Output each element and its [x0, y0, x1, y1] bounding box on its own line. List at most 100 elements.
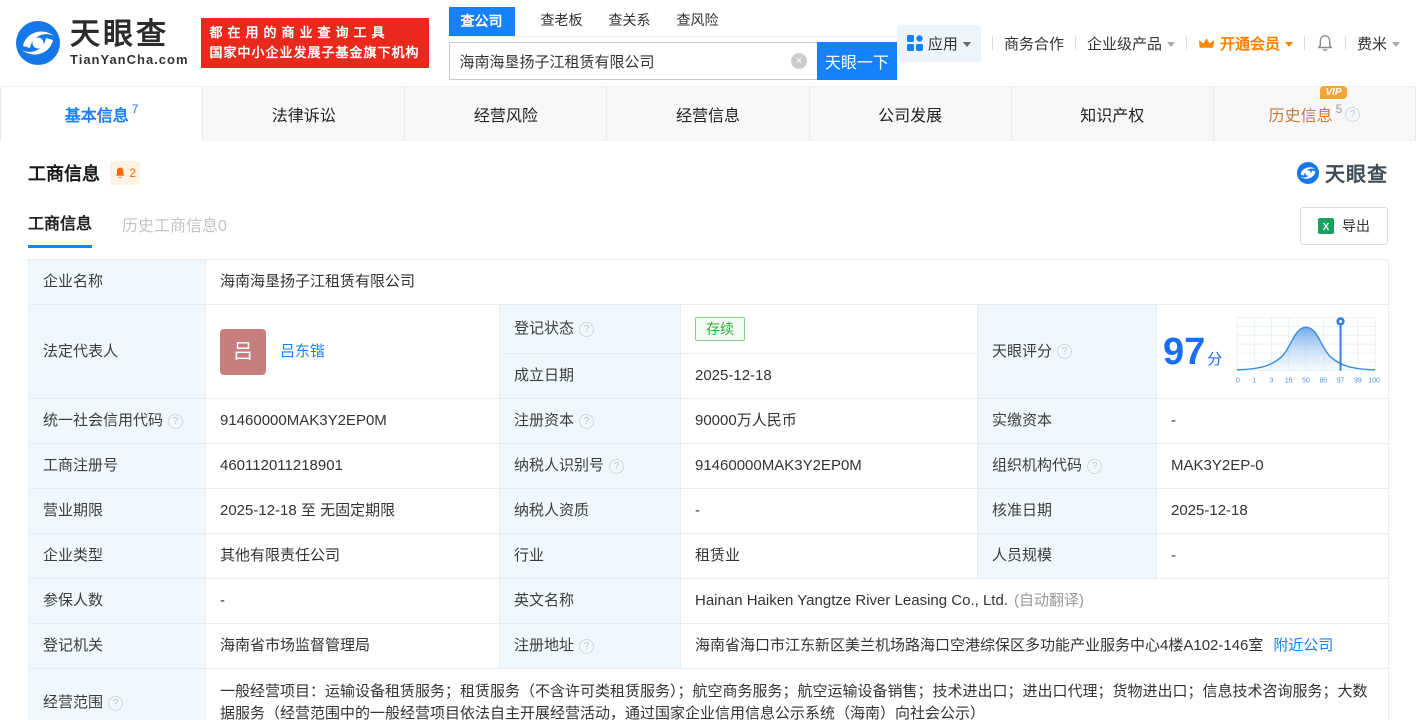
- help-icon[interactable]: ?: [1345, 106, 1361, 122]
- tianyancha-logo[interactable]: 天眼查 TianYanCha.com: [14, 19, 189, 67]
- status-badge: 存续: [695, 317, 745, 341]
- search-tab-relation[interactable]: 查关系: [609, 6, 651, 36]
- export-label: 导出: [1342, 218, 1370, 234]
- field-label-reg-authority: 登记机关: [29, 624, 206, 669]
- search-tab-company[interactable]: 查公司: [448, 7, 515, 36]
- field-label-business-term: 营业期限: [29, 489, 206, 534]
- nav-open-vip[interactable]: 开通会员: [1198, 33, 1293, 54]
- svg-text:97: 97: [1337, 377, 1345, 384]
- monitor-count: 2: [129, 165, 136, 180]
- tab-legal-label: 法律诉讼: [271, 108, 336, 125]
- search-button[interactable]: 天眼一下: [816, 42, 897, 80]
- field-value-business-term: 2025-12-18 至 无固定期限: [206, 489, 500, 534]
- tab-basic-info-label: 基本信息: [64, 108, 129, 125]
- clear-search-icon[interactable]: ×: [790, 53, 807, 69]
- score-distribution-chart: 0 1 3 15 50 85 97 99 100: [1236, 316, 1380, 384]
- top-nav: 应用 商务合作 企业级产品 开通会员 费米: [896, 24, 1400, 62]
- field-value-score: 97 分 0 1 3 15 50 85 97 99 100: [1157, 305, 1389, 399]
- tab-development-label: 公司发展: [878, 108, 943, 125]
- help-icon[interactable]: ?: [579, 638, 595, 654]
- export-button[interactable]: X 导出: [1300, 207, 1388, 245]
- nav-enterprise-products[interactable]: 企业级产品: [1087, 33, 1175, 54]
- vip-badge: VIP: [1320, 86, 1347, 99]
- tab-legal-proceedings[interactable]: 法律诉讼: [203, 87, 406, 141]
- subtab-business-info[interactable]: 工商信息: [28, 210, 93, 248]
- credit-code-label-text: 统一社会信用代码: [43, 412, 164, 429]
- help-icon[interactable]: ?: [579, 413, 595, 429]
- nav-apps-label: 应用: [927, 35, 958, 53]
- nav-cooperation[interactable]: 商务合作: [1004, 33, 1064, 54]
- reg-capital-label-text: 注册资本: [514, 412, 575, 429]
- reg-status-label-text: 登记状态: [514, 320, 575, 337]
- nav-apps[interactable]: 应用: [896, 24, 981, 62]
- search-tab-boss[interactable]: 查老板: [541, 6, 583, 36]
- nearby-companies-link[interactable]: 附近公司: [1273, 636, 1333, 656]
- search-tab-risk[interactable]: 查风险: [677, 6, 719, 36]
- tianyancha-logo-icon: [16, 21, 60, 65]
- svg-text:1: 1: [1252, 377, 1256, 384]
- field-label-credit-code: 统一社会信用代码 ?: [29, 399, 206, 444]
- field-label-industry: 行业: [500, 534, 681, 579]
- score-value: 97 分: [1163, 333, 1222, 371]
- field-label-reg-number: 工商注册号: [29, 444, 206, 489]
- divider: [1074, 36, 1076, 50]
- subtab-history-business-info[interactable]: 历史工商信息0: [122, 212, 227, 247]
- legal-rep-name-link[interactable]: 吕东锴: [280, 342, 325, 362]
- help-icon[interactable]: ?: [609, 458, 625, 474]
- address-text: 海南省海口市江东新区美兰机场路海口空港综保区多功能产业服务中心4楼A102-14…: [695, 637, 1264, 654]
- field-value-reg-address: 海南省海口市江东新区美兰机场路海口空港综保区多功能产业服务中心4楼A102-14…: [681, 624, 1389, 669]
- help-icon[interactable]: ?: [168, 413, 184, 429]
- field-value-company-name: 海南海垦扬子江租赁有限公司: [206, 260, 1389, 305]
- field-label-reg-status: 登记状态 ?: [500, 305, 681, 354]
- apps-grid-icon: [906, 35, 923, 51]
- field-label-score: 天眼评分 ?: [978, 305, 1157, 399]
- chevron-down-icon: [1166, 41, 1175, 47]
- field-value-staff-size: -: [1157, 534, 1389, 579]
- chevron-down-icon: [962, 41, 971, 47]
- tab-operation-risk[interactable]: 经营风险: [405, 87, 608, 141]
- search-input[interactable]: [448, 42, 817, 80]
- tab-company-development[interactable]: 公司发展: [810, 87, 1012, 141]
- company-section-tabs: 基本信息 7 法律诉讼 经营风险 经营信息 公司发展 知识产权 历史信息 VIP…: [0, 86, 1416, 141]
- nav-notifications[interactable]: [1316, 34, 1334, 52]
- slogan-banner: 都在用的商业查询工具 国家中小企业发展子基金旗下机构: [200, 18, 429, 68]
- field-value-legal-rep: 吕 吕东锴: [206, 305, 500, 399]
- excel-icon: X: [1318, 218, 1334, 234]
- score-label-text: 天眼评分: [992, 342, 1053, 360]
- tab-basic-info-count: 7: [131, 102, 139, 116]
- score-number: 97: [1163, 330, 1206, 373]
- field-value-reg-number: 460112011218901: [206, 444, 500, 489]
- chevron-down-icon: [1284, 41, 1293, 47]
- field-label-english-name: 英文名称: [500, 579, 681, 624]
- field-value-taxpayer-id: 91460000MAK3Y2EP0M: [681, 444, 978, 489]
- field-value-approval-date: 2025-12-18: [1157, 489, 1389, 534]
- legal-rep-avatar[interactable]: 吕: [220, 328, 266, 375]
- crown-icon: [1198, 37, 1215, 48]
- monitor-bell-badge[interactable]: 2: [110, 160, 140, 185]
- chevron-down-icon: [1392, 41, 1400, 47]
- tab-history-count: 5: [1335, 102, 1343, 116]
- field-label-reg-address: 注册地址 ?: [500, 624, 681, 669]
- tab-intellectual-property[interactable]: 知识产权: [1012, 87, 1214, 141]
- svg-text:X: X: [1323, 222, 1330, 233]
- field-value-paid-capital: -: [1157, 399, 1389, 444]
- tab-operation-label: 经营信息: [675, 108, 740, 125]
- tab-history-info[interactable]: 历史信息 VIP 5 ?: [1214, 86, 1416, 141]
- nav-cooperation-label: 商务合作: [1003, 35, 1064, 53]
- field-value-taxpayer-quality: -: [681, 489, 978, 534]
- nav-enterprise-label: 企业级产品: [1086, 35, 1162, 53]
- divider: [991, 36, 993, 50]
- help-icon[interactable]: ?: [579, 321, 595, 337]
- help-icon[interactable]: ?: [1057, 344, 1073, 359]
- tab-operation-info[interactable]: 经营信息: [607, 87, 810, 141]
- business-scope-label-text: 经营范围: [43, 694, 104, 711]
- divider: [1344, 36, 1346, 50]
- tab-basic-info[interactable]: 基本信息 7: [0, 87, 204, 141]
- field-value-reg-capital: 90000万人民币: [681, 399, 978, 444]
- slogan-line2: 国家中小企业发展子基金旗下机构: [209, 45, 420, 60]
- tab-ip-label: 知识产权: [1080, 108, 1145, 125]
- help-icon[interactable]: ?: [108, 695, 124, 711]
- help-icon[interactable]: ?: [1087, 458, 1103, 474]
- bell-icon: [1317, 35, 1333, 51]
- nav-user-menu[interactable]: 费米: [1357, 33, 1400, 54]
